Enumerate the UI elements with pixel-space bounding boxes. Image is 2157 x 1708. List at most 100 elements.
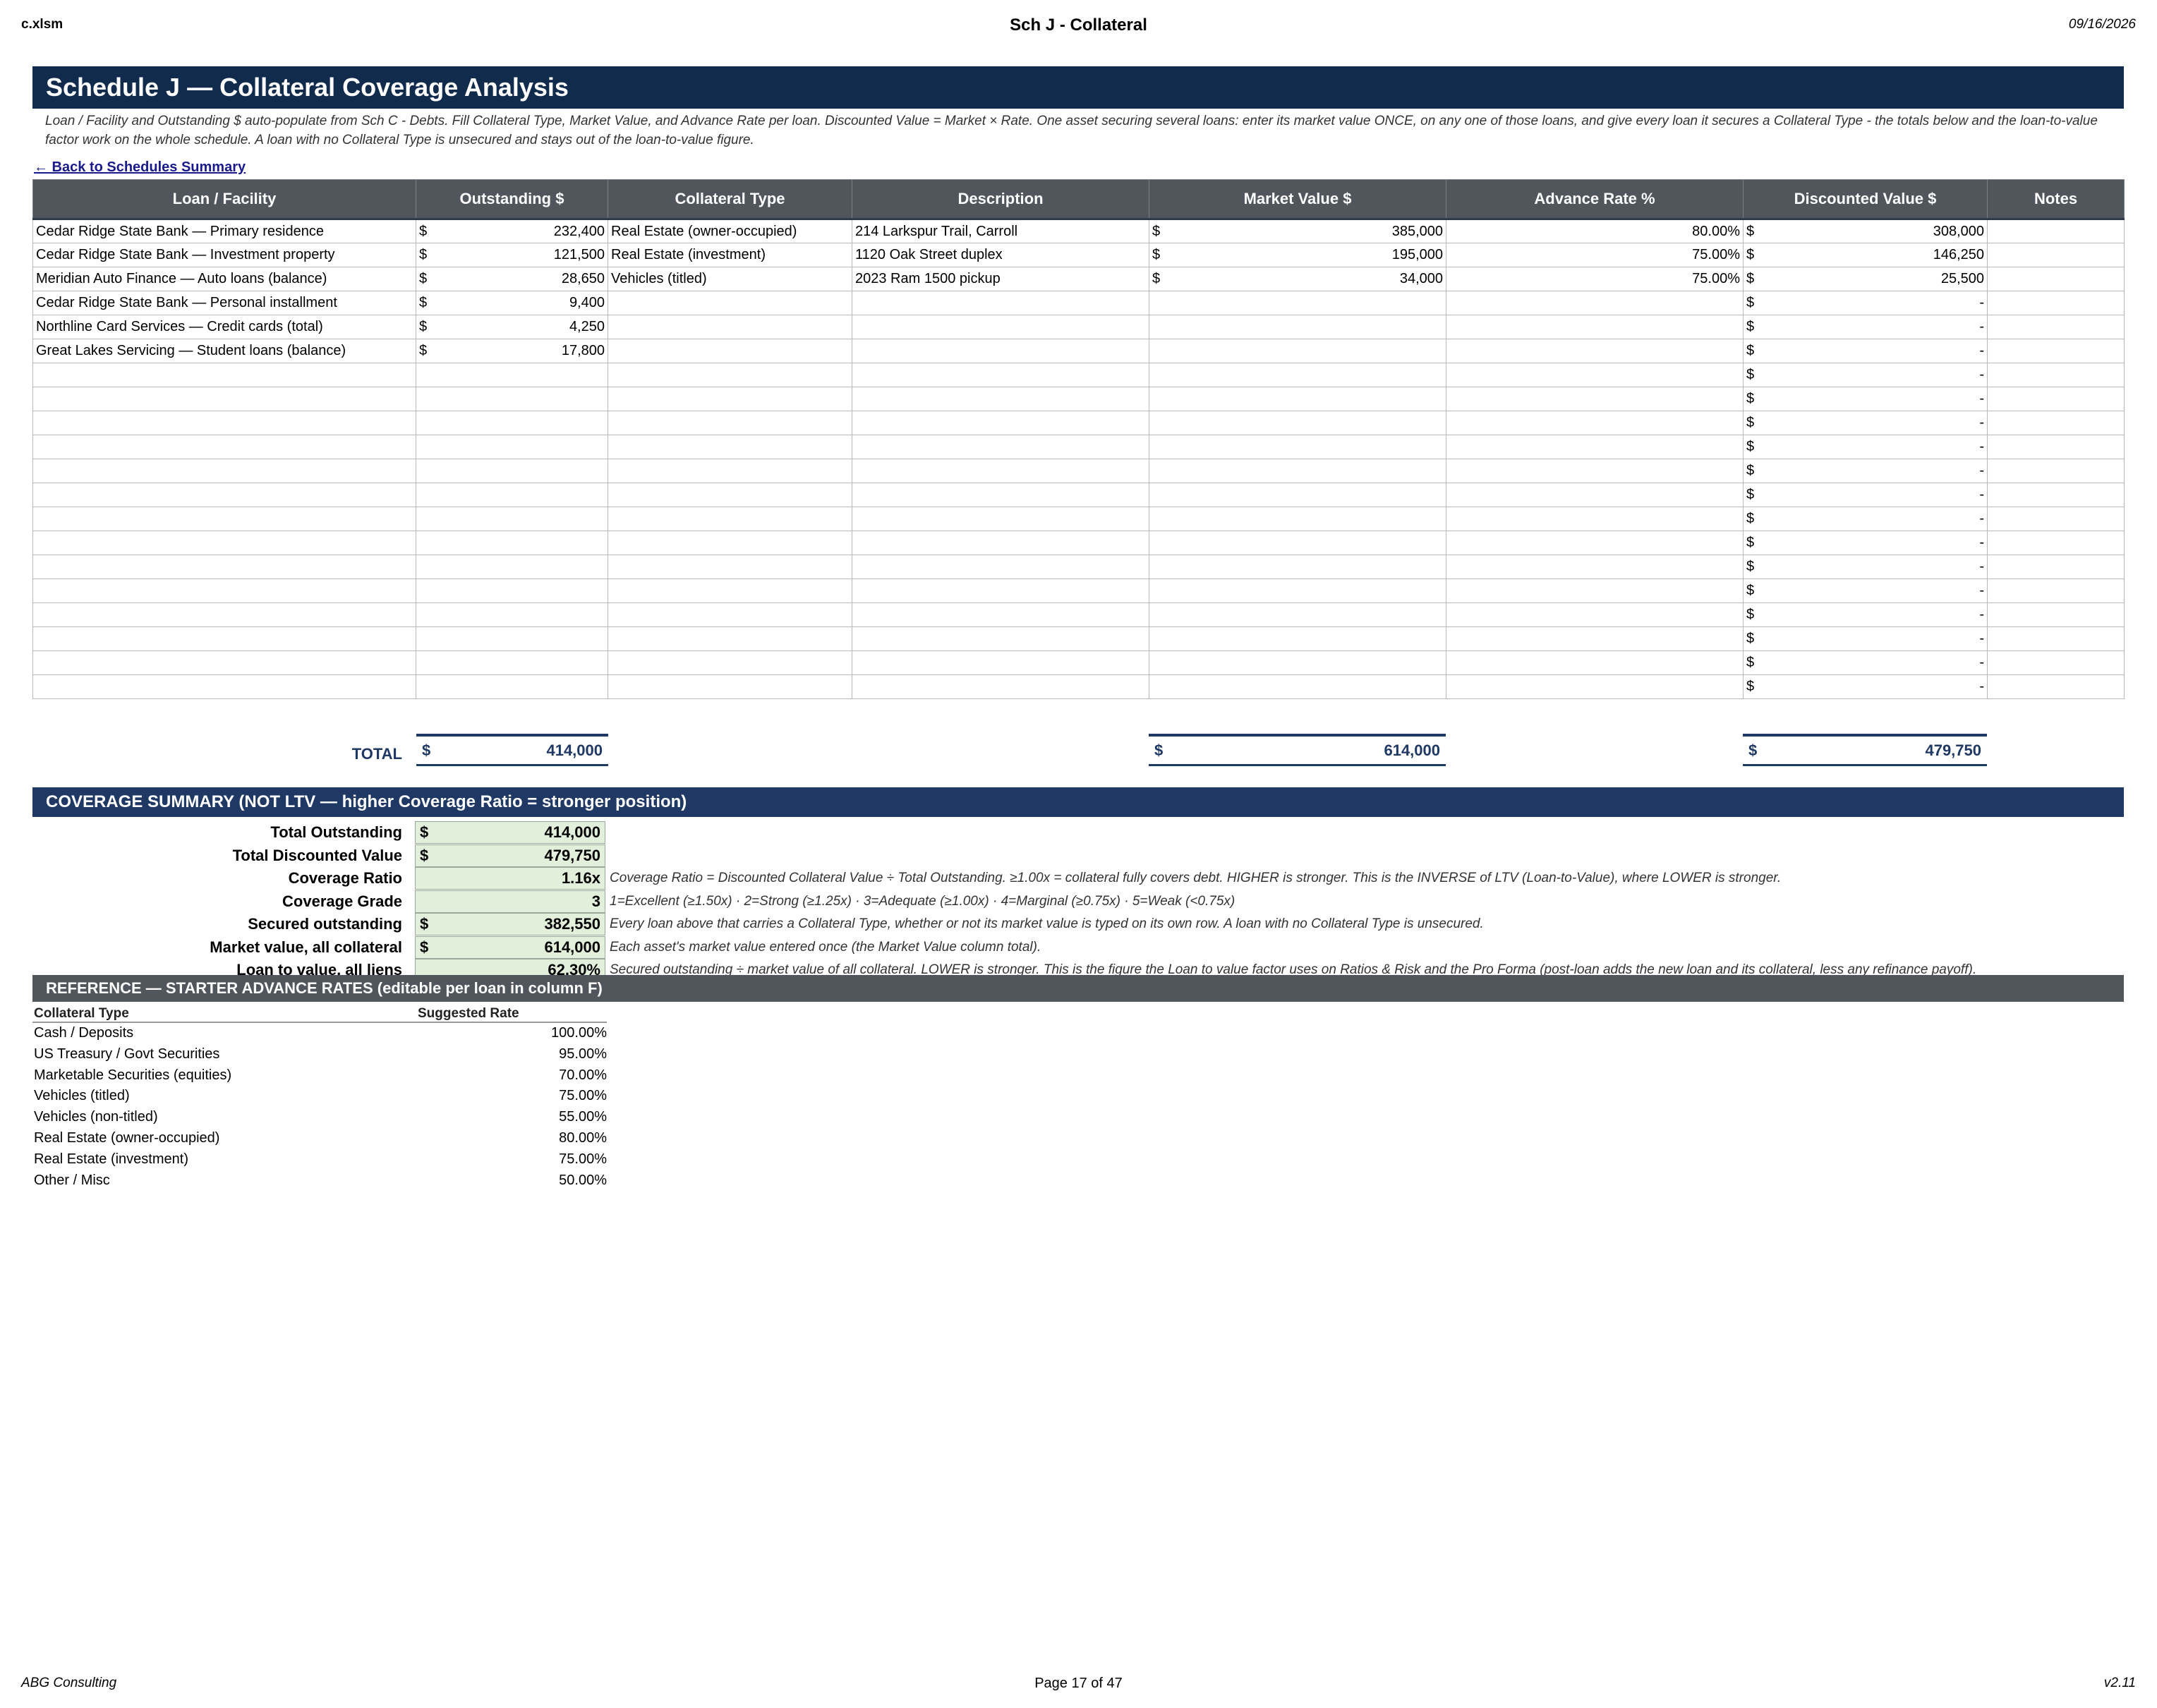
outstanding-cell[interactable]: $9,400 <box>416 291 608 315</box>
market-value-cell[interactable] <box>1149 435 1446 459</box>
collateral-type-cell[interactable] <box>608 291 852 315</box>
collateral-type-cell[interactable] <box>608 507 852 531</box>
description-cell[interactable] <box>852 555 1149 579</box>
advance-rate-cell[interactable] <box>1446 483 1744 507</box>
description-cell[interactable]: 214 Larkspur Trail, Carroll <box>852 218 1149 243</box>
collateral-type-cell[interactable]: Real Estate (investment) <box>608 243 852 267</box>
coverage-value-cell[interactable]: $414,000 <box>415 821 605 844</box>
description-cell[interactable] <box>852 507 1149 531</box>
collateral-type-cell[interactable]: Real Estate (owner-occupied) <box>608 218 852 243</box>
advance-rate-cell[interactable] <box>1446 674 1744 699</box>
advance-rate-cell[interactable] <box>1446 459 1744 483</box>
market-value-cell[interactable] <box>1149 602 1446 627</box>
loan-facility-cell[interactable] <box>32 626 416 651</box>
outstanding-cell[interactable] <box>416 459 608 483</box>
notes-cell[interactable] <box>1987 387 2125 411</box>
description-cell[interactable] <box>852 339 1149 363</box>
advance-rate-cell[interactable]: 75.00% <box>1446 243 1744 267</box>
market-value-cell[interactable] <box>1149 650 1446 675</box>
loan-facility-cell[interactable] <box>32 459 416 483</box>
description-cell[interactable] <box>852 602 1149 627</box>
coverage-value-cell[interactable]: $479,750 <box>415 844 605 867</box>
coverage-value-cell[interactable]: 1.16x <box>415 867 605 890</box>
collateral-type-cell[interactable] <box>608 483 852 507</box>
discounted-value-cell[interactable]: $ - <box>1743 315 1988 339</box>
outstanding-cell[interactable]: $232,400 <box>416 218 608 243</box>
description-cell[interactable] <box>852 579 1149 603</box>
outstanding-cell[interactable]: $28,650 <box>416 267 608 291</box>
loan-facility-cell[interactable] <box>32 363 416 387</box>
outstanding-cell[interactable] <box>416 531 608 555</box>
outstanding-cell[interactable] <box>416 435 608 459</box>
loan-facility-cell[interactable]: Cedar Ridge State Bank — Personal instal… <box>32 291 416 315</box>
discounted-value-cell[interactable]: $ - <box>1743 650 1988 675</box>
collateral-type-cell[interactable] <box>608 435 852 459</box>
notes-cell[interactable] <box>1987 555 2125 579</box>
market-value-cell[interactable] <box>1149 579 1446 603</box>
discounted-value-cell[interactable]: $25,500 <box>1743 267 1988 291</box>
loan-facility-cell[interactable]: Meridian Auto Finance — Auto loans (bala… <box>32 267 416 291</box>
notes-cell[interactable] <box>1987 363 2125 387</box>
collateral-type-cell[interactable] <box>608 387 852 411</box>
discounted-value-cell[interactable]: $ - <box>1743 459 1988 483</box>
outstanding-cell[interactable] <box>416 363 608 387</box>
discounted-value-cell[interactable]: $ - <box>1743 411 1988 435</box>
coverage-value-cell[interactable]: $614,000 <box>415 935 605 959</box>
market-value-cell[interactable] <box>1149 339 1446 363</box>
back-to-summary-link[interactable]: ← Back to Schedules Summary <box>34 159 246 176</box>
loan-facility-cell[interactable] <box>32 387 416 411</box>
advance-rate-cell[interactable] <box>1446 339 1744 363</box>
outstanding-cell[interactable] <box>416 507 608 531</box>
outstanding-cell[interactable] <box>416 387 608 411</box>
market-value-cell[interactable]: $34,000 <box>1149 267 1446 291</box>
market-value-cell[interactable] <box>1149 387 1446 411</box>
outstanding-cell[interactable]: $121,500 <box>416 243 608 267</box>
loan-facility-cell[interactable]: Cedar Ridge State Bank — Primary residen… <box>32 218 416 243</box>
advance-rate-cell[interactable] <box>1446 579 1744 603</box>
discounted-value-cell[interactable]: $ - <box>1743 579 1988 603</box>
discounted-value-cell[interactable]: $146,250 <box>1743 243 1988 267</box>
advance-rate-cell[interactable] <box>1446 435 1744 459</box>
discounted-value-cell[interactable]: $ - <box>1743 363 1988 387</box>
market-value-cell[interactable] <box>1149 507 1446 531</box>
advance-rate-cell[interactable]: 75.00% <box>1446 267 1744 291</box>
discounted-value-cell[interactable]: $ - <box>1743 483 1988 507</box>
market-value-cell[interactable] <box>1149 363 1446 387</box>
discounted-value-cell[interactable]: $ - <box>1743 531 1988 555</box>
collateral-type-cell[interactable]: Vehicles (titled) <box>608 267 852 291</box>
collateral-type-cell[interactable] <box>608 459 852 483</box>
notes-cell[interactable] <box>1987 218 2125 243</box>
market-value-cell[interactable]: $195,000 <box>1149 243 1446 267</box>
discounted-value-cell[interactable]: $ - <box>1743 602 1988 627</box>
collateral-type-cell[interactable] <box>608 674 852 699</box>
notes-cell[interactable] <box>1987 339 2125 363</box>
advance-rate-cell[interactable]: 80.00% <box>1446 218 1744 243</box>
notes-cell[interactable] <box>1987 626 2125 651</box>
loan-facility-cell[interactable] <box>32 579 416 603</box>
discounted-value-cell[interactable]: $ - <box>1743 674 1988 699</box>
outstanding-cell[interactable]: $4,250 <box>416 315 608 339</box>
outstanding-cell[interactable] <box>416 602 608 627</box>
notes-cell[interactable] <box>1987 674 2125 699</box>
discounted-value-cell[interactable]: $ - <box>1743 435 1988 459</box>
loan-facility-cell[interactable] <box>32 435 416 459</box>
loan-facility-cell[interactable] <box>32 555 416 579</box>
outstanding-cell[interactable] <box>416 579 608 603</box>
notes-cell[interactable] <box>1987 243 2125 267</box>
notes-cell[interactable] <box>1987 531 2125 555</box>
discounted-value-cell[interactable]: $ - <box>1743 507 1988 531</box>
market-value-cell[interactable]: $385,000 <box>1149 218 1446 243</box>
market-value-cell[interactable] <box>1149 483 1446 507</box>
discounted-value-cell[interactable]: $ - <box>1743 387 1988 411</box>
description-cell[interactable] <box>852 387 1149 411</box>
discounted-value-cell[interactable]: $ - <box>1743 555 1988 579</box>
outstanding-cell[interactable] <box>416 411 608 435</box>
loan-facility-cell[interactable]: Cedar Ridge State Bank — Investment prop… <box>32 243 416 267</box>
loan-facility-cell[interactable] <box>32 531 416 555</box>
advance-rate-cell[interactable] <box>1446 411 1744 435</box>
description-cell[interactable]: 1120 Oak Street duplex <box>852 243 1149 267</box>
notes-cell[interactable] <box>1987 483 2125 507</box>
notes-cell[interactable] <box>1987 459 2125 483</box>
advance-rate-cell[interactable] <box>1446 315 1744 339</box>
notes-cell[interactable] <box>1987 291 2125 315</box>
